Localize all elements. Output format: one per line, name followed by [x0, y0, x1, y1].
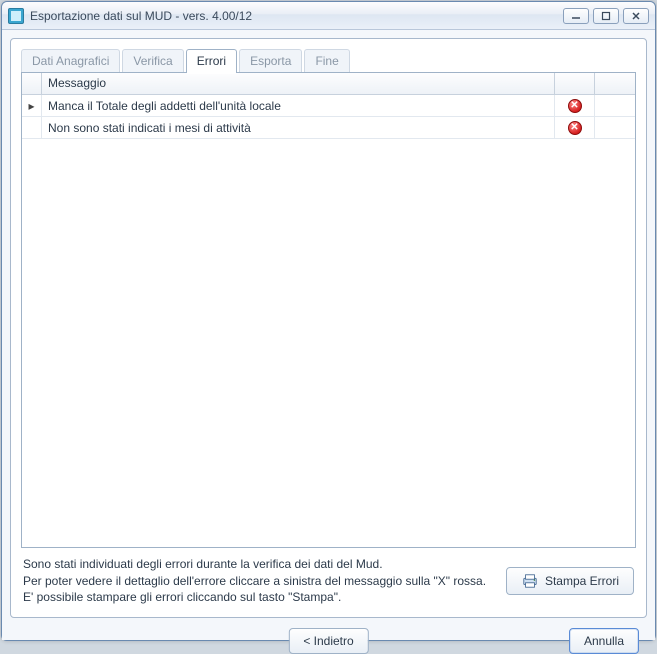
tab-strip: Dati AnagraficiVerificaErroriEsportaFine	[21, 49, 636, 73]
row-error-icon-cell[interactable]	[555, 95, 595, 116]
table-row[interactable]: Non sono stati indicati i mesi di attivi…	[22, 117, 635, 139]
grid-header-extra[interactable]	[595, 73, 635, 94]
row-extra-cell	[595, 95, 635, 116]
window-title: Esportazione dati sul MUD - vers. 4.00/1…	[30, 9, 563, 23]
row-indicator	[22, 117, 42, 138]
tab-panel-errori: Messaggio ▸Manca il Totale degli addetti…	[21, 72, 636, 548]
back-button[interactable]: < Indietro	[288, 628, 368, 654]
row-message: Non sono stati indicati i mesi di attivi…	[42, 117, 555, 138]
row-indicator: ▸	[22, 95, 42, 116]
window: Esportazione dati sul MUD - vers. 4.00/1…	[1, 1, 656, 641]
tab-esporta[interactable]: Esporta	[239, 49, 302, 73]
footer-text: Sono stati individuati degli errori dura…	[23, 556, 498, 605]
minimize-icon	[571, 11, 581, 21]
row-extra-cell	[595, 117, 635, 138]
maximize-button[interactable]	[593, 8, 619, 24]
tab-dati-anagrafici[interactable]: Dati Anagrafici	[21, 49, 120, 73]
client-area: Dati AnagraficiVerificaErroriEsportaFine…	[2, 30, 655, 640]
wizard-page: Dati AnagraficiVerificaErroriEsportaFine…	[10, 38, 647, 618]
print-errors-label: Stampa Errori	[545, 574, 619, 588]
row-message: Manca il Totale degli addetti dell'unità…	[42, 95, 555, 116]
panel-footer: Sono stati individuati degli errori dura…	[21, 548, 636, 607]
tab-fine[interactable]: Fine	[304, 49, 349, 73]
window-controls	[563, 8, 649, 24]
grid-header-indicator[interactable]	[22, 73, 42, 94]
app-icon	[8, 8, 24, 24]
error-icon	[568, 99, 582, 113]
table-row[interactable]: ▸Manca il Totale degli addetti dell'unit…	[22, 95, 635, 117]
tab-verifica[interactable]: Verifica	[122, 49, 183, 73]
row-error-icon-cell[interactable]	[555, 117, 595, 138]
footer-line-3: E' possibile stampare gli errori cliccan…	[23, 589, 498, 605]
grid-header-messaggio[interactable]: Messaggio	[42, 73, 555, 94]
error-icon	[568, 121, 582, 135]
printer-icon	[521, 573, 539, 589]
minimize-button[interactable]	[563, 8, 589, 24]
grid-header-status[interactable]	[555, 73, 595, 94]
back-label: < Indietro	[303, 634, 353, 648]
close-icon	[631, 11, 641, 21]
grid-header: Messaggio	[22, 73, 635, 95]
cancel-button[interactable]: Annulla	[569, 628, 639, 654]
footer-line-2: Per poter vedere il dettaglio dell'error…	[23, 573, 498, 589]
footer-line-1: Sono stati individuati degli errori dura…	[23, 556, 498, 572]
close-button[interactable]	[623, 8, 649, 24]
print-errors-button[interactable]: Stampa Errori	[506, 567, 634, 595]
maximize-icon	[601, 11, 611, 21]
tab-errori[interactable]: Errori	[186, 49, 237, 73]
cancel-label: Annulla	[584, 634, 624, 648]
grid-body[interactable]: ▸Manca il Totale degli addetti dell'unit…	[22, 95, 635, 547]
wizard-buttons: < Indietro Annulla	[10, 618, 647, 632]
titlebar[interactable]: Esportazione dati sul MUD - vers. 4.00/1…	[2, 2, 655, 30]
